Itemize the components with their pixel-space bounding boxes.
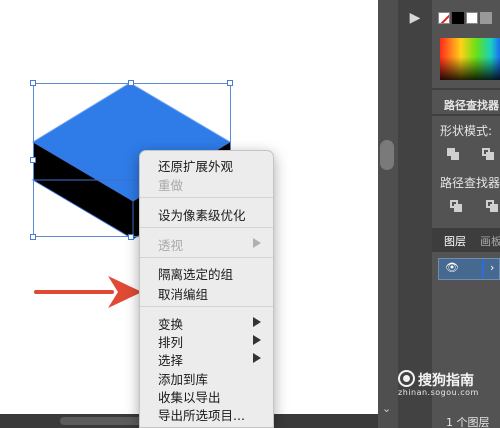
menu-item-ungroup[interactable]: 取消编组 [158, 284, 208, 303]
scroll-down-icon[interactable]: ⌄ [382, 402, 391, 415]
menu-separator [140, 306, 273, 307]
selection-handle-top-left[interactable] [30, 80, 36, 86]
chevron-right-icon[interactable]: › [490, 261, 494, 274]
vertical-scrollbar[interactable] [378, 0, 398, 428]
panel-divider [432, 114, 500, 116]
pathfinders-label: 路径查找器 [440, 176, 500, 190]
selection-handle-bottom-left[interactable] [30, 234, 36, 240]
menu-item-pixel-optimize[interactable]: 设为像素级优化 [158, 205, 246, 224]
annotation-arrow-icon [34, 276, 142, 308]
menu-item-select[interactable]: 选择 [158, 350, 183, 369]
panel-divider [432, 88, 500, 90]
watermark-logo-icon [398, 370, 415, 387]
menu-item-export-selection[interactable]: 导出所选项目... [158, 405, 245, 424]
play-icon[interactable]: ▶ [405, 8, 425, 28]
tab-layers[interactable]: 图层 [444, 233, 466, 249]
eye-icon[interactable]: 👁 [445, 262, 459, 274]
menu-item-redo: 重做 [158, 178, 184, 193]
trim-button[interactable] [484, 198, 500, 214]
menu-item-restore-expanded-appearance[interactable]: 还原扩展外观 [158, 156, 233, 175]
scrollbar-thumb[interactable] [380, 140, 394, 170]
selection-handle-top-center[interactable] [128, 80, 134, 86]
menu-separator [140, 257, 273, 258]
layers-count: 1 个图层 [446, 416, 490, 428]
panel-icon-column [398, 0, 432, 428]
selection-handle-middle-left[interactable] [30, 157, 36, 163]
selection-handle-bottom-center[interactable] [128, 234, 134, 240]
shape-modes-label: 形状模式: [440, 124, 493, 138]
pathfinder-panel-title: 路径查找器 [444, 99, 499, 112]
unite-shape-button[interactable] [445, 146, 461, 162]
menu-separator [140, 197, 273, 198]
swatch-white[interactable] [466, 12, 478, 24]
submenu-arrow-icon [253, 317, 261, 327]
swatch-black[interactable] [452, 12, 464, 24]
menu-separator [140, 227, 273, 228]
minus-front-button[interactable] [480, 146, 496, 162]
color-spectrum[interactable] [440, 38, 500, 80]
divide-button[interactable] [448, 198, 464, 214]
tab-artboards[interactable]: 画板 [480, 233, 500, 249]
swatch-gray[interactable] [480, 12, 492, 24]
submenu-arrow-icon [253, 335, 261, 345]
submenu-arrow-icon [253, 353, 261, 363]
watermark-url: zhinan.sogou.com [398, 388, 479, 397]
menu-item-isolate-group[interactable]: 隔离选定的组 [158, 264, 233, 283]
menu-item-collect-for-export[interactable]: 收集以导出 [158, 387, 221, 406]
selection-handle-top-right[interactable] [227, 80, 233, 86]
watermark-brand: 搜狗指南 [418, 373, 474, 389]
submenu-arrow-icon [253, 238, 261, 248]
menu-item-arrange[interactable]: 排列 [158, 332, 183, 351]
menu-item-perspective: 透视 [158, 238, 184, 253]
menu-item-add-to-library[interactable]: 添加到库 [158, 369, 208, 388]
layer-color-bar [482, 260, 484, 278]
swatch-none[interactable] [438, 12, 450, 24]
menu-item-transform[interactable]: 变换 [158, 314, 183, 333]
